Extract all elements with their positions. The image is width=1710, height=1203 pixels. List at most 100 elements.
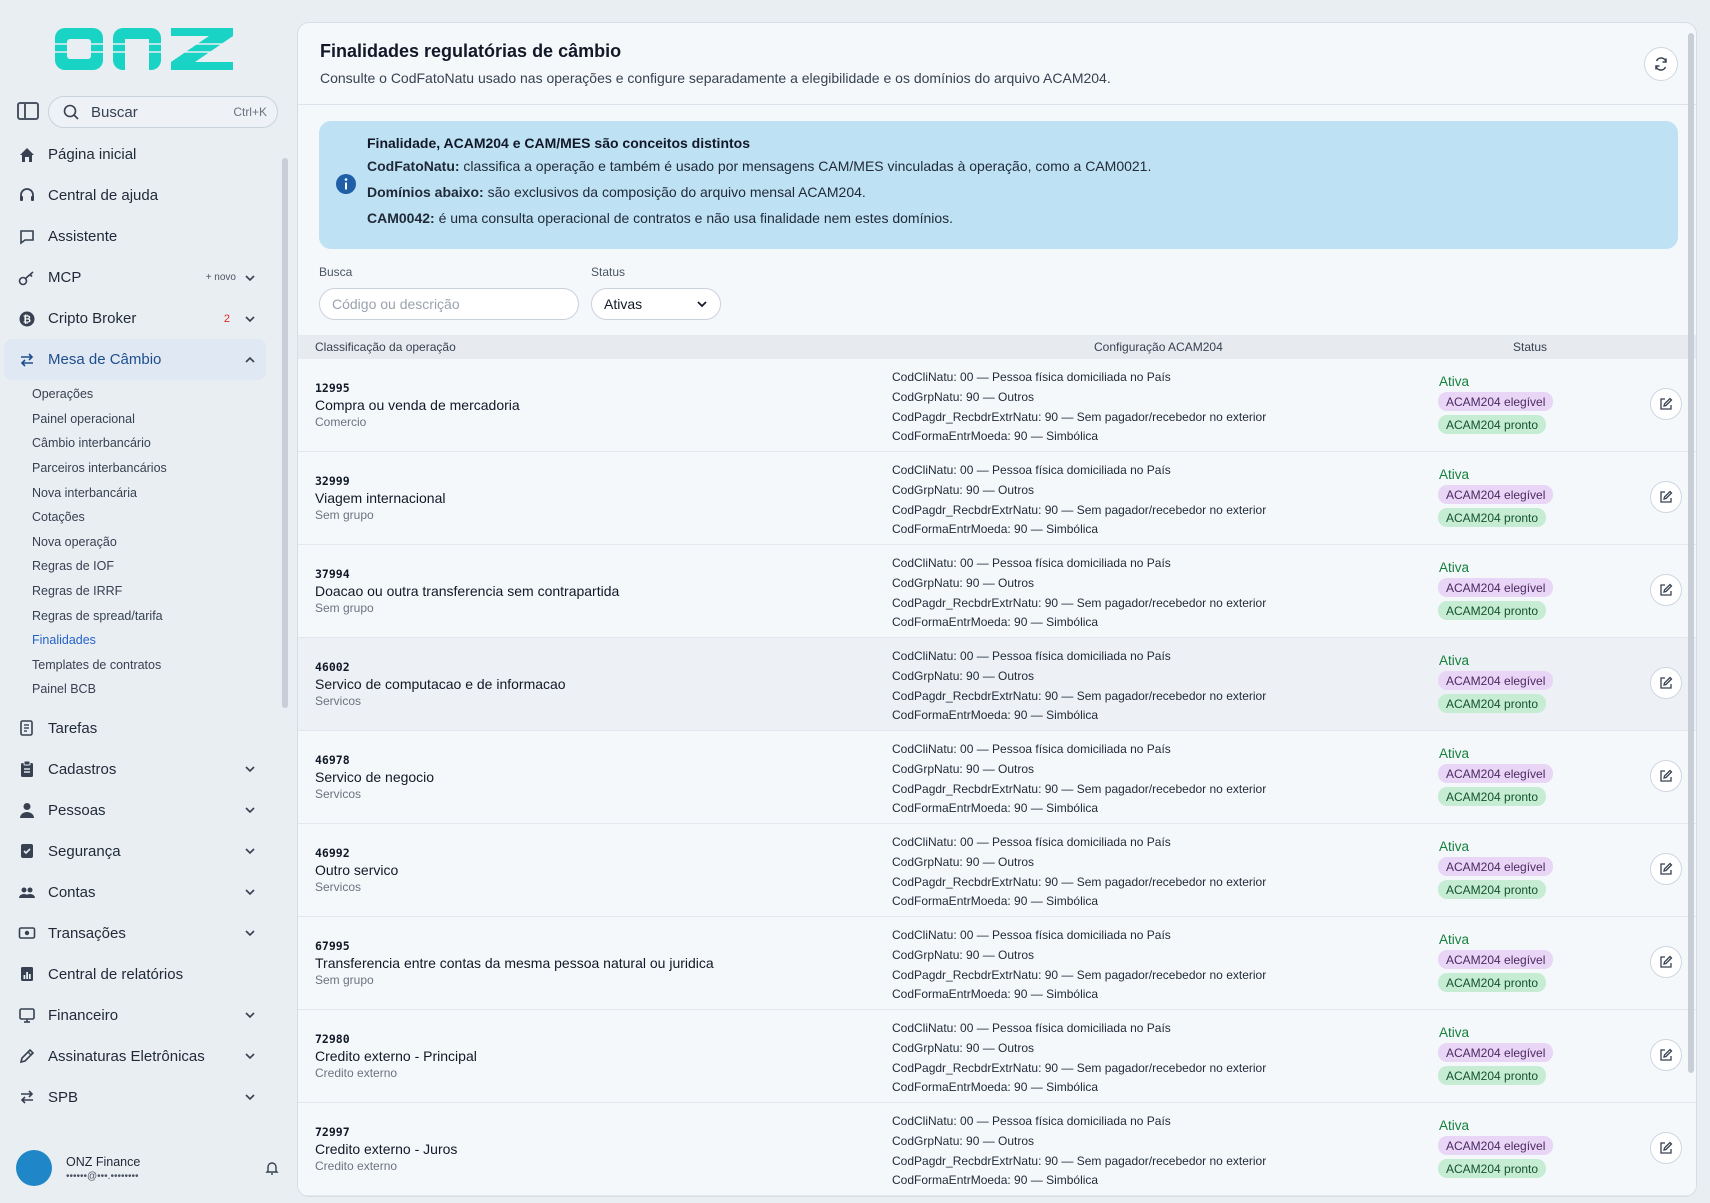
sidebar-search[interactable]: Buscar Ctrl+K — [48, 96, 278, 128]
edit-button[interactable] — [1650, 946, 1682, 978]
row-status: Ativa — [1439, 746, 1470, 761]
submenu-item-templates-de-contratos[interactable]: Templates de contratos — [32, 653, 270, 678]
row-status: Ativa — [1439, 1118, 1470, 1133]
search-filter-label: Busca — [319, 265, 353, 279]
edit-button[interactable] — [1650, 574, 1682, 606]
sidebar-item-label: Segurança — [48, 842, 121, 860]
acam204-eligible-badge: ACAM204 elegível — [1438, 392, 1554, 411]
task-icon — [17, 718, 37, 738]
submenu-item-operacoes[interactable]: Operações — [32, 382, 270, 407]
status-select[interactable]: Ativas — [591, 288, 721, 320]
table-row[interactable]: 67995 Transferencia entre contas da mesm… — [298, 917, 1696, 1010]
bell-icon[interactable] — [264, 1160, 280, 1176]
edit-icon — [1660, 583, 1673, 596]
chevron-down-icon[interactable] — [244, 845, 256, 857]
sidebar-item-tarefas[interactable]: Tarefas — [0, 708, 270, 749]
row-description: Servico de computacao e de informacao — [315, 676, 566, 692]
info-callout: Finalidade, ACAM204 e CAM/MES são concei… — [319, 121, 1678, 249]
submenu-item-painel-operacional[interactable]: Painel operacional — [32, 407, 270, 432]
submenu-item-regras-de-irrf[interactable]: Regras de IRRF — [32, 579, 270, 604]
sidebar-item-mesa-de-cambio[interactable]: Mesa de Câmbio — [4, 339, 266, 380]
row-group: Sem grupo — [315, 601, 374, 615]
chevron-down-icon[interactable] — [244, 763, 256, 775]
sidebar-item-cripto-broker[interactable]: ₿ Cripto Broker 2 — [0, 298, 270, 339]
search-input[interactable] — [319, 288, 579, 320]
sidebar-scrollbar[interactable] — [282, 158, 288, 708]
chevron-down-icon — [697, 301, 707, 308]
submenu-item-painel-bcb[interactable]: Painel BCB — [32, 677, 270, 702]
sidebar-item-financeiro[interactable]: Financeiro — [0, 995, 270, 1036]
sidebar-item-central-de-relatorios[interactable]: Central de relatórios — [0, 954, 270, 995]
table-row[interactable]: 46002 Servico de computacao e de informa… — [298, 638, 1696, 731]
row-description: Credito externo - Principal — [315, 1048, 477, 1064]
sidebar-item-mcp[interactable]: MCP + novo — [0, 257, 270, 298]
user-name: ONZ Finance — [66, 1154, 141, 1169]
sidebar-item-assistente[interactable]: Assistente — [0, 216, 270, 257]
chevron-down-icon[interactable] — [244, 1050, 256, 1062]
edit-button[interactable] — [1650, 388, 1682, 420]
chevron-down-icon[interactable] — [244, 1091, 256, 1103]
config-line: CodFormaEntrMoeda: 90 — Simbólica — [892, 987, 1099, 1002]
chevron-down-icon[interactable] — [244, 1009, 256, 1021]
submenu-item-cambio-interbancario[interactable]: Câmbio interbancário — [32, 431, 270, 456]
table-row[interactable]: 32999 Viagem internacional Sem grupo Cod… — [298, 452, 1696, 545]
row-status: Ativa — [1439, 467, 1470, 482]
submenu-item-regras-de-spread[interactable]: Regras de spread/tarifa — [32, 603, 270, 628]
user-profile[interactable]: ONZ Finance ••••••@•••.•••••••• — [16, 1146, 280, 1190]
onz-logo[interactable] — [55, 22, 235, 76]
config-line: CodCliNatu: 00 — Pessoa física domicilia… — [892, 835, 1171, 849]
submenu-item-finalidades[interactable]: Finalidades — [32, 628, 270, 653]
main-scrollbar[interactable] — [1688, 33, 1694, 1073]
submenu-item-regras-de-iof[interactable]: Regras de IOF — [32, 554, 270, 579]
filters: Busca Status Ativas — [319, 265, 919, 325]
chevron-down-icon[interactable] — [244, 313, 256, 325]
sidebar-item-contas[interactable]: Contas — [0, 872, 270, 913]
edit-button[interactable] — [1650, 1132, 1682, 1164]
chevron-down-icon[interactable] — [244, 272, 256, 284]
submenu-item-nova-operacao[interactable]: Nova operação — [32, 530, 270, 555]
edit-button[interactable] — [1650, 853, 1682, 885]
sidebar-item-assinaturas-eletronicas[interactable]: Assinaturas Eletrônicas — [0, 1036, 270, 1077]
table-row[interactable]: 72997 Credito externo - Juros Credito ex… — [298, 1103, 1696, 1196]
edit-button[interactable] — [1650, 760, 1682, 792]
row-group: Credito externo — [315, 1066, 398, 1080]
config-line: CodFormaEntrMoeda: 90 — Simbólica — [892, 801, 1099, 816]
edit-button[interactable] — [1650, 667, 1682, 699]
sidebar-item-label: MCP — [48, 269, 82, 286]
edit-button[interactable] — [1650, 481, 1682, 513]
table-row[interactable]: 46992 Outro servico Servicos CodCliNatu:… — [298, 824, 1696, 917]
table-row[interactable]: 72980 Credito externo - Principal Credit… — [298, 1010, 1696, 1103]
chevron-down-icon[interactable] — [244, 886, 256, 898]
sidebar-item-seguranca[interactable]: Segurança — [0, 831, 270, 872]
submenu-item-nova-interbancaria[interactable]: Nova interbancária — [32, 480, 270, 505]
refresh-button[interactable] — [1644, 47, 1678, 81]
table-row[interactable]: 46978 Servico de negocio Servicos CodCli… — [298, 731, 1696, 824]
sidebar-item-transacoes[interactable]: Transações — [0, 913, 270, 954]
submenu-item-parceiros-interbancarios[interactable]: Parceiros interbancários — [32, 456, 270, 481]
info-line-cam0042: CAM0042: é uma consulta operacional de c… — [367, 210, 1630, 226]
submenu-item-cotacoes[interactable]: Cotações — [32, 505, 270, 530]
row-code: 12995 — [315, 381, 350, 395]
acam204-eligible-badge: ACAM204 elegível — [1438, 950, 1554, 969]
row-group: Servicos — [315, 787, 362, 801]
edit-icon — [1660, 490, 1673, 503]
row-group: Credito externo — [315, 1159, 398, 1173]
table-header: Classificação da operação Configuração A… — [298, 335, 1696, 359]
sidebar-item-spb[interactable]: SPB — [0, 1077, 270, 1118]
table-row[interactable]: 12995 Compra ou venda de mercadoria Come… — [298, 359, 1696, 452]
sidebar-item-pessoas[interactable]: Pessoas — [0, 790, 270, 831]
sidebar-toggle-icon[interactable] — [17, 102, 39, 120]
chevron-up-icon[interactable] — [244, 354, 256, 366]
acam204-eligible-badge: ACAM204 elegível — [1438, 857, 1554, 876]
chevron-down-icon[interactable] — [244, 927, 256, 939]
sidebar-item-cadastros[interactable]: Cadastros — [0, 749, 270, 790]
refresh-icon — [1655, 57, 1667, 71]
row-status: Ativa — [1439, 560, 1470, 575]
avatar[interactable] — [16, 1150, 52, 1186]
row-status: Ativa — [1439, 839, 1470, 854]
table-row[interactable]: 37994 Doacao ou outra transferencia sem … — [298, 545, 1696, 638]
sidebar-item-pagina-inicial[interactable]: Página inicial — [0, 134, 270, 175]
sidebar-item-central-de-ajuda[interactable]: Central de ajuda — [0, 175, 270, 216]
edit-button[interactable] — [1650, 1039, 1682, 1071]
chevron-down-icon[interactable] — [244, 804, 256, 816]
